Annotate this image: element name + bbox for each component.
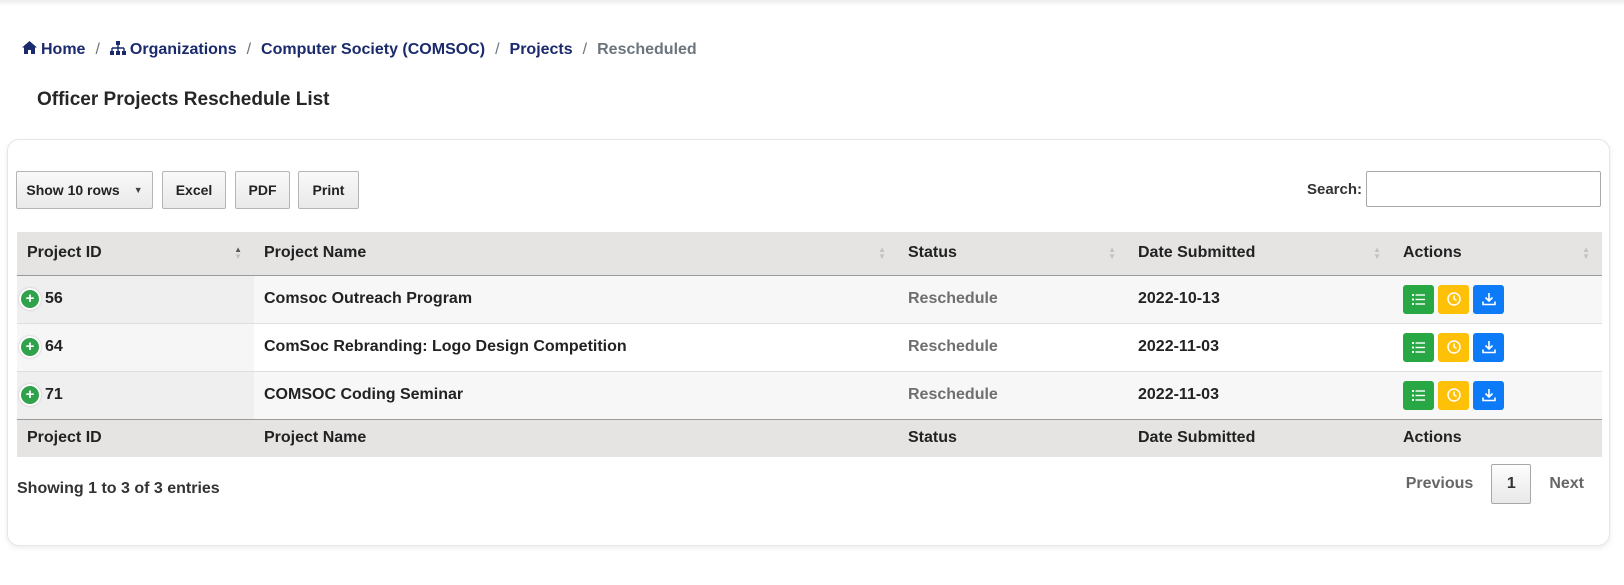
list-icon (1412, 341, 1425, 353)
project-id: 64 (45, 338, 63, 356)
previous-page-button[interactable]: Previous (1388, 475, 1492, 493)
header-project-name-label: Project Name (264, 244, 367, 262)
view-details-button[interactable] (1403, 380, 1434, 410)
clock-icon (1446, 388, 1461, 402)
table-header-row: Project ID ▲ ▼ Project Name ▲ ▼ Status ▲ ▼ … (17, 232, 1602, 276)
header-date-submitted[interactable]: Date Submitted ▲ ▼ (1128, 232, 1393, 276)
table-row: +71 COMSOC Coding Seminar Reschedule 202… (17, 371, 1602, 419)
home-icon (22, 41, 37, 59)
sitemap-icon (109, 40, 126, 60)
cell-status: Reschedule (898, 275, 1128, 324)
expand-row-icon[interactable]: + (21, 385, 39, 404)
breadcrumb-separator: / (246, 41, 252, 58)
table-row: +64 ComSoc Rebranding: Logo Design Compe… (17, 323, 1602, 372)
clock-icon (1446, 292, 1461, 306)
header-project-id[interactable]: Project ID ▲ ▼ (17, 232, 254, 276)
header-date-label: Date Submitted (1138, 244, 1256, 262)
list-icon (1412, 293, 1425, 305)
download-icon (1481, 389, 1496, 402)
table-row: +56 Comsoc Outreach Program Reschedule 2… (17, 275, 1602, 324)
pdf-button[interactable]: PDF (235, 171, 290, 209)
breadcrumb-organizations[interactable]: Organizations (109, 40, 237, 60)
cell-project-id: +56 (17, 275, 254, 324)
cell-project-id: +71 (17, 371, 254, 419)
breadcrumb-home-label: Home (41, 41, 86, 58)
header-project-name[interactable]: Project Name ▲ ▼ (254, 232, 898, 276)
breadcrumb-organizations-label: Organizations (129, 41, 237, 58)
project-id: 71 (45, 386, 63, 404)
footer-project-name: Project Name (254, 418, 898, 457)
caret-down-icon: ▼ (133, 185, 143, 195)
history-button[interactable] (1438, 332, 1469, 362)
expand-row-icon[interactable]: + (21, 337, 39, 356)
cell-project-name: ComSoc Rebranding: Logo Design Competiti… (254, 323, 898, 372)
print-button[interactable]: Print (298, 171, 359, 209)
sort-icon: ▲ ▼ (878, 245, 886, 262)
cell-project-name: COMSOC Coding Seminar (254, 371, 898, 419)
list-icon (1412, 389, 1425, 401)
sort-icon: ▲ ▼ (1373, 245, 1381, 262)
search-area: Search: (1307, 171, 1601, 207)
next-page-button[interactable]: Next (1531, 475, 1602, 493)
search-label: Search: (1306, 180, 1362, 198)
search-input[interactable] (1366, 171, 1601, 207)
table-info: Showing 1 to 3 of 3 entries (17, 480, 220, 497)
history-button[interactable] (1438, 284, 1469, 314)
breadcrumb-projects[interactable]: Projects (510, 41, 573, 59)
project-id: 56 (45, 290, 63, 308)
pagination: Previous 1 Next (1388, 464, 1602, 504)
footer-date-submitted: Date Submitted (1128, 418, 1393, 457)
header-actions[interactable]: Actions ▲ ▼ (1393, 232, 1602, 276)
top-shadow (0, 0, 1624, 6)
header-status[interactable]: Status ▲ ▼ (898, 232, 1128, 276)
expand-row-icon[interactable]: + (21, 289, 39, 308)
header-status-label: Status (908, 244, 957, 262)
download-icon (1481, 341, 1496, 354)
footer-project-id: Project ID (17, 418, 254, 457)
header-project-id-label: Project ID (27, 244, 102, 262)
cell-date: 2022-10-13 (1128, 275, 1393, 324)
download-button[interactable] (1473, 332, 1504, 362)
header-actions-label: Actions (1403, 244, 1462, 262)
projects-table: Project ID ▲ ▼ Project Name ▲ ▼ Status ▲ ▼ … (17, 232, 1602, 457)
history-button[interactable] (1438, 380, 1469, 410)
breadcrumb-home[interactable]: Home (22, 41, 85, 59)
footer-actions: Actions (1393, 418, 1602, 457)
page-title: Officer Projects Reschedule List (37, 89, 330, 110)
cell-status: Reschedule (898, 323, 1128, 372)
download-button[interactable] (1473, 284, 1504, 314)
cell-project-id: +64 (17, 323, 254, 372)
footer-status: Status (898, 418, 1128, 457)
table-footer-row: Project ID Project Name Status Date Subm… (17, 418, 1602, 457)
download-button[interactable] (1473, 380, 1504, 410)
sort-icon: ▲ ▼ (234, 245, 242, 262)
download-icon (1481, 293, 1496, 306)
breadcrumb-current: Rescheduled (597, 41, 697, 58)
breadcrumb-org[interactable]: Computer Society (COMSOC) (261, 41, 485, 59)
view-details-button[interactable] (1403, 332, 1434, 362)
cell-actions (1393, 275, 1602, 324)
sort-icon: ▲ ▼ (1582, 245, 1590, 262)
breadcrumb-separator: / (582, 41, 588, 58)
page-1-button[interactable]: 1 (1491, 464, 1532, 504)
cell-status: Reschedule (898, 371, 1128, 419)
clock-icon (1446, 340, 1461, 354)
excel-button[interactable]: Excel (162, 171, 226, 209)
cell-actions (1393, 323, 1602, 372)
cell-date: 2022-11-03 (1128, 371, 1393, 419)
breadcrumb: Home / Organizations / Computer Society … (22, 38, 697, 62)
cell-actions (1393, 371, 1602, 419)
show-rows-button[interactable]: Show 10 rows ▼ (16, 171, 153, 209)
breadcrumb-separator: / (95, 41, 100, 58)
breadcrumb-separator: / (495, 41, 500, 58)
cell-date: 2022-11-03 (1128, 323, 1393, 372)
show-rows-label: Show 10 rows (26, 182, 120, 198)
sort-icon: ▲ ▼ (1108, 245, 1116, 262)
projects-card: Show 10 rows ▼ Excel PDF Print Search: P… (7, 139, 1610, 546)
cell-project-name: Comsoc Outreach Program (254, 275, 898, 324)
view-details-button[interactable] (1403, 284, 1434, 314)
